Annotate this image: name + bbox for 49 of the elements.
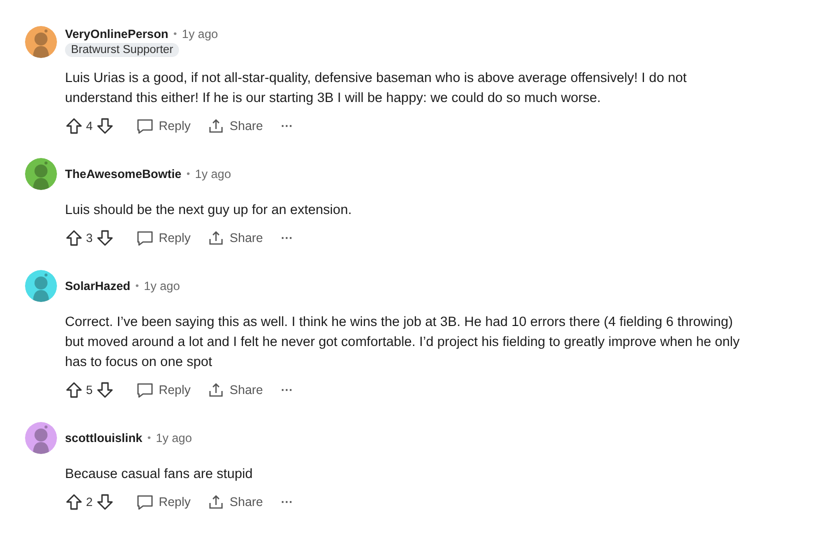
downvote-button[interactable] [96,117,114,135]
comment-text: Because casual fans are stupid [65,465,254,483]
timestamp: 1y ago [156,431,192,445]
vote-count: 5 [85,383,94,397]
speech-bubble-icon [136,493,154,511]
reply-button[interactable]: Reply [130,225,197,251]
reply-button[interactable]: Reply [130,113,197,139]
comment-text: Luis Urias is a good, if not all-star-quality, defensive baseman who is above average offensively! I do not understand this either! If he is our starting 3B I will be happy: we could do so much worse. [65,69,688,107]
reply-button[interactable]: Reply [130,377,197,403]
username[interactable]: VeryOnlinePerson [65,27,168,41]
separator-dot: • [186,168,190,180]
vote-count: 4 [85,119,94,133]
comment-text: Luis should be the next guy up for an extension. [65,201,353,219]
vote-count: 3 [85,231,94,245]
username[interactable]: scottlouislink [65,431,142,445]
share-icon [206,117,225,135]
upvote-button[interactable] [65,493,83,511]
more-options-button[interactable]: ··· [273,379,302,401]
share-button[interactable]: Share [200,489,270,515]
upvote-button[interactable] [65,381,83,399]
more-options-button[interactable]: ··· [273,491,302,513]
downvote-button[interactable] [96,381,114,399]
vote-count: 2 [85,495,94,509]
upvote-button[interactable] [65,117,83,135]
timestamp: 1y ago [182,27,218,41]
user-flair: Bratwurst Supporter [65,43,180,57]
downvote-button[interactable] [96,229,114,247]
share-button[interactable]: Share [200,113,270,139]
comment-text: Correct. I’ve been saying this as well. I think he wins the job at 3B. He had 10 errors there (4 fielding 6 throwing) but moved around a lot and I felt he never got comfortable. I’d project his fielding to greatly improve when he only has to focus on one spot [65,313,741,371]
share-button[interactable]: Share [200,377,270,403]
timestamp: 1y ago [195,167,232,181]
username[interactable]: SolarHazed [65,279,130,293]
more-options-button[interactable]: ··· [273,115,302,137]
speech-bubble-icon [136,381,154,399]
separator-dot: • [147,432,151,444]
separator-dot: • [135,280,139,292]
share-icon [206,381,225,399]
timestamp: 1y ago [144,279,180,293]
upvote-button[interactable] [65,229,83,247]
username[interactable]: TheAwesomeBowtie [65,167,182,181]
share-icon [206,229,225,247]
share-button[interactable]: Share [200,225,270,251]
speech-bubble-icon [136,117,154,135]
share-icon [206,493,225,511]
speech-bubble-icon [136,229,154,247]
reply-button[interactable]: Reply [130,489,197,515]
more-options-button[interactable]: ··· [273,227,302,249]
separator-dot: • [173,28,177,40]
downvote-button[interactable] [96,493,114,511]
